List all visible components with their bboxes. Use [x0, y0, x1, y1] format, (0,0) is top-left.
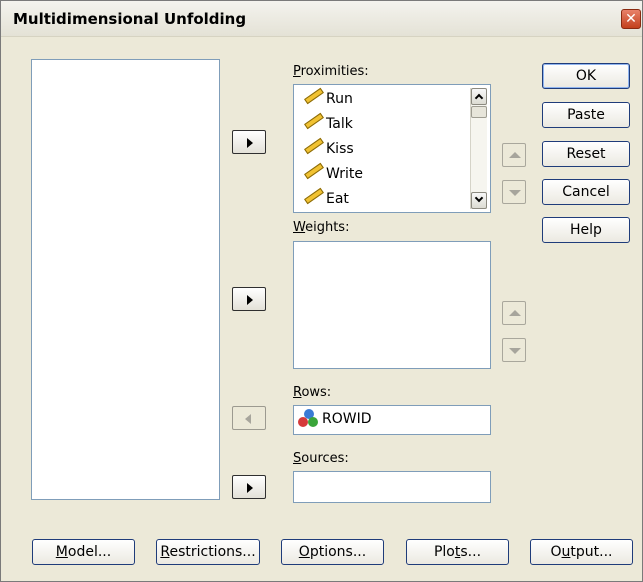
arrow-left-icon: [245, 414, 251, 424]
arrow-down-icon: [509, 190, 521, 196]
move-to-sources-button[interactable]: [232, 475, 266, 499]
title-bar[interactable]: Multidimensional Unfolding ✕: [1, 1, 642, 37]
scale-variable-icon: [304, 87, 324, 105]
arrow-up-icon: [509, 152, 521, 158]
nominal-variable-icon: [298, 409, 318, 427]
arrow-up-icon: [509, 310, 521, 316]
rows-value: ROWID: [322, 411, 372, 427]
arrow-right-icon: [247, 483, 253, 493]
weights-label: Weights:: [293, 220, 350, 235]
scale-variable-icon: [304, 187, 324, 205]
sources-field[interactable]: [293, 471, 491, 503]
cancel-button[interactable]: Cancel: [542, 179, 630, 205]
help-button[interactable]: Help: [542, 217, 630, 243]
multidimensional-unfolding-dialog: Multidimensional Unfolding ✕ Proximities…: [0, 0, 643, 582]
scroll-down-button[interactable]: [471, 192, 487, 209]
scroll-thumb[interactable]: [471, 106, 487, 118]
weights-move-down-button[interactable]: [502, 338, 526, 362]
proximities-label: Proximities:: [293, 64, 369, 79]
chevron-up-icon: [474, 93, 484, 103]
proximities-scrollbar[interactable]: [470, 88, 487, 209]
model-button[interactable]: Model...: [32, 539, 135, 565]
scroll-up-button[interactable]: [471, 88, 487, 105]
proximities-list[interactable]: Run Talk Kiss Write Eat: [293, 84, 491, 213]
chevron-down-icon: [474, 193, 484, 203]
rows-field[interactable]: ROWID: [293, 405, 491, 435]
restrictions-button[interactable]: Restrictions...: [156, 539, 260, 565]
move-to-weights-button[interactable]: [232, 287, 266, 311]
arrow-down-icon: [509, 348, 521, 354]
window-title: Multidimensional Unfolding: [13, 10, 247, 28]
source-variable-list[interactable]: [31, 59, 220, 500]
scale-variable-icon: [304, 137, 324, 155]
proximities-move-up-button[interactable]: [502, 143, 526, 167]
sources-label: Sources:: [293, 451, 349, 466]
scale-variable-icon: [304, 112, 324, 130]
close-icon[interactable]: ✕: [621, 9, 641, 29]
arrow-right-icon: [247, 138, 253, 148]
plots-button[interactable]: Plots...: [406, 539, 509, 565]
output-button[interactable]: Output...: [530, 539, 633, 565]
ok-button[interactable]: OK: [542, 63, 630, 89]
options-button[interactable]: Options...: [281, 539, 384, 565]
paste-button[interactable]: Paste: [542, 102, 630, 128]
move-to-proximities-button[interactable]: [232, 130, 266, 154]
proximities-move-down-button[interactable]: [502, 180, 526, 204]
weights-move-up-button[interactable]: [502, 301, 526, 325]
move-from-rows-button[interactable]: [232, 406, 266, 430]
rows-label: Rows:: [293, 385, 332, 400]
reset-button[interactable]: Reset: [542, 141, 630, 167]
scale-variable-icon: [304, 162, 324, 180]
arrow-right-icon: [247, 295, 253, 305]
weights-list[interactable]: [293, 241, 491, 369]
